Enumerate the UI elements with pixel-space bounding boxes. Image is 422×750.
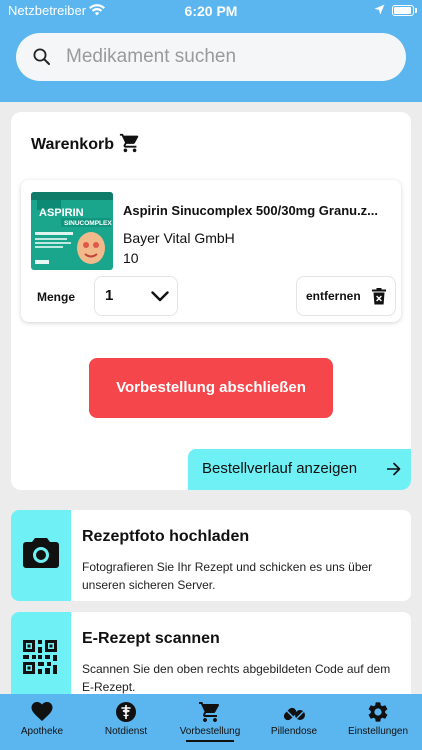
search-input[interactable] [66, 39, 386, 75]
qr-code-icon [23, 640, 57, 674]
status-bar: Netzbetreiber 6:20 PM [0, 0, 422, 22]
product-image: ASPIRIN SINUCOMPLEX [31, 192, 113, 270]
gear-icon [368, 702, 388, 722]
scan-erezept-title: E-Rezept scannen [82, 630, 220, 647]
scan-erezept-description: Scannen Sie den oben rechts abgebildeten… [82, 662, 391, 694]
clock: 6:20 PM [184, 3, 238, 19]
tab-einstellungen[interactable]: Einstellungen [336, 694, 420, 750]
tab-notdienst-label: Notdienst [104, 726, 148, 737]
tab-vorbestellung-label: Vorbestellung [179, 726, 241, 737]
search-icon [33, 48, 50, 65]
search-bar[interactable] [16, 33, 406, 81]
tab-pillendose[interactable]: Pillendose [252, 694, 336, 750]
quantity-value: 1 [105, 287, 114, 304]
complete-preorder-button[interactable]: Vorbestellung abschließen [89, 358, 333, 418]
product-name[interactable]: Aspirin Sinucomplex 500/30mg Granu.z... [123, 203, 393, 218]
pills-icon [283, 707, 305, 721]
tab-apotheke-label: Apotheke [20, 726, 64, 737]
product-manufacturer: Bayer Vital GmbH [123, 230, 235, 246]
upload-prescription-card[interactable]: Rezeptfoto hochladen Fotografieren Sie I… [11, 510, 411, 601]
tab-notdienst[interactable]: Notdienst [84, 694, 168, 750]
quantity-dropdown[interactable]: 1 [94, 276, 178, 316]
qr-icon-strip [11, 612, 71, 703]
quantity-label: Menge [37, 290, 76, 304]
tab-apotheke[interactable]: Apotheke [0, 694, 84, 750]
remove-label: entfernen [306, 289, 361, 303]
battery-icon [392, 5, 414, 16]
package-sub: SINUCOMPLEX [64, 220, 112, 227]
scan-erezept-card[interactable]: E-Rezept scannen Scannen Sie den oben re… [11, 612, 411, 703]
camera-icon-strip [11, 510, 71, 601]
location-icon [374, 4, 385, 15]
order-history-label: Bestellverlauf anzeigen [202, 460, 358, 477]
upload-prescription-description: Fotografieren Sie Ihr Rezept und schicke… [82, 560, 373, 592]
chevron-down-icon [151, 291, 169, 302]
order-history-button[interactable]: Bestellverlauf anzeigen [188, 449, 411, 490]
battery-tip [415, 8, 417, 13]
cart-icon [199, 702, 220, 722]
cart-item: ASPIRIN SINUCOMPLEX Aspirin Sinucomplex … [21, 180, 401, 322]
tab-einstellungen-label: Einstellungen [347, 726, 409, 737]
active-tab-indicator [186, 740, 234, 742]
product-package-image: ASPIRIN SINUCOMPLEX [31, 192, 113, 270]
camera-icon [23, 538, 59, 568]
cart-icon [119, 133, 139, 153]
cart-card: Warenkorb ASPIRIN SINUCOMPLEX Aspirin Si… [11, 112, 411, 490]
tab-vorbestellung[interactable]: Vorbestellung [168, 694, 252, 750]
remove-button[interactable]: entfernen [296, 276, 396, 316]
heart-icon [31, 702, 53, 721]
tab-pillendose-label: Pillendose [270, 726, 318, 737]
arrow-right-icon [387, 462, 401, 476]
product-package-size: 10 [123, 250, 139, 266]
trash-icon [372, 288, 386, 305]
medical-icon [116, 702, 136, 722]
upload-prescription-title: Rezeptfoto hochladen [82, 528, 250, 545]
cart-title: Warenkorb [31, 136, 114, 153]
tab-bar: Apotheke Notdienst Vorbestellung Pillend… [0, 694, 422, 750]
package-brand: ASPIRIN [39, 207, 84, 219]
